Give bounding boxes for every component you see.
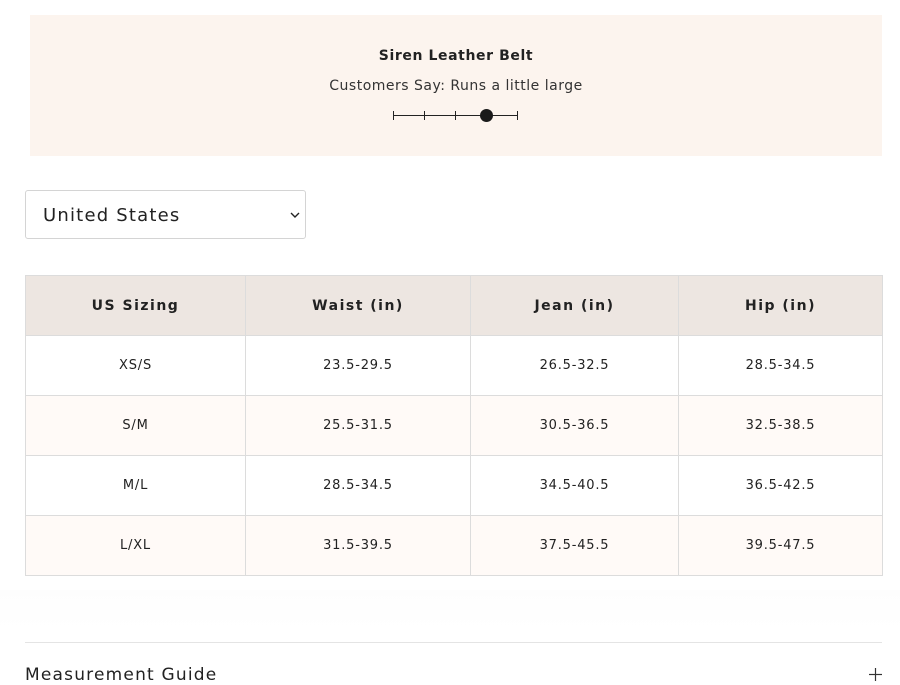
product-title: Siren Leather Belt [378, 48, 534, 64]
chevron-down-icon [290, 212, 300, 218]
measurement-guide-accordion[interactable]: Measurement Guide [25, 665, 217, 685]
column-header: Waist (in) [245, 275, 471, 336]
table-cell: 30.5-36.5 [470, 395, 679, 456]
fit-scale-tick [393, 111, 394, 120]
country-select-value: United States [43, 205, 181, 226]
table-cell: 39.5-47.5 [678, 515, 883, 576]
column-header: Jean (in) [470, 275, 679, 336]
fit-scale [392, 108, 518, 124]
table-cell: 34.5-40.5 [470, 455, 679, 516]
table-row: S/M 25.5-31.5 30.5-36.5 32.5-38.5 [25, 395, 883, 456]
customer-fit-note: Customers Say: Runs a little large [329, 78, 583, 94]
table-cell: 31.5-39.5 [245, 515, 471, 576]
section-separator-shade [0, 590, 900, 630]
fit-scale-tick [517, 111, 518, 120]
table-cell: 26.5-32.5 [470, 335, 679, 396]
table-cell: XS/S [25, 335, 246, 396]
table-cell: L/XL [25, 515, 246, 576]
table-cell: 25.5-31.5 [245, 395, 471, 456]
fit-panel: Siren Leather Belt Customers Say: Runs a… [30, 15, 882, 156]
table-cell: 23.5-29.5 [245, 335, 471, 396]
column-header: US Sizing [25, 275, 246, 336]
country-select[interactable]: United States [25, 190, 306, 239]
table-cell: 37.5-45.5 [470, 515, 679, 576]
table-cell: 28.5-34.5 [678, 335, 883, 396]
table-cell: 36.5-42.5 [678, 455, 883, 516]
table-row: M/L 28.5-34.5 34.5-40.5 36.5-42.5 [25, 455, 883, 516]
table-cell: 32.5-38.5 [678, 395, 883, 456]
column-header: Hip (in) [678, 275, 883, 336]
size-chart-table: US Sizing Waist (in) Jean (in) Hip (in) … [25, 275, 883, 576]
fit-scale-tick [455, 111, 456, 120]
divider [25, 642, 882, 643]
table-row: L/XL 31.5-39.5 37.5-45.5 39.5-47.5 [25, 515, 883, 576]
table-header-row: US Sizing Waist (in) Jean (in) Hip (in) [25, 275, 883, 336]
table-cell: S/M [25, 395, 246, 456]
fit-scale-indicator [480, 109, 493, 122]
fit-scale-tick [424, 111, 425, 120]
table-row: XS/S 23.5-29.5 26.5-32.5 28.5-34.5 [25, 335, 883, 396]
table-cell: M/L [25, 455, 246, 516]
table-cell: 28.5-34.5 [245, 455, 471, 516]
